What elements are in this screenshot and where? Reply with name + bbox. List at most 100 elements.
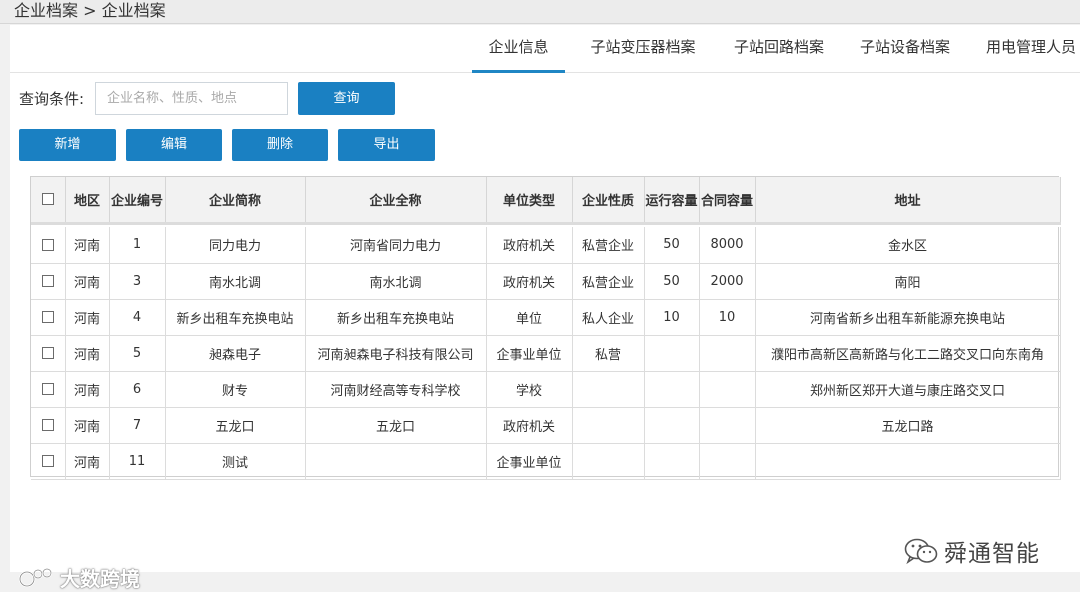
column-header-contract-capacity[interactable]: 合同容量 — [699, 177, 756, 225]
cell-region: 河南 — [65, 299, 110, 336]
tab-substation-transformer[interactable]: 子站变压器档案 — [577, 25, 709, 73]
cell-region: 河南 — [65, 335, 110, 372]
row-checkbox[interactable] — [41, 275, 54, 287]
cell-short-name: 测试 — [165, 443, 306, 480]
cell-contract-capacity — [699, 335, 756, 372]
column-header-region[interactable]: 地区 — [65, 177, 110, 225]
cell-running-capacity: 50 — [644, 227, 700, 264]
cell-full-name: 河南昶森电子科技有限公司 — [305, 335, 487, 372]
cell-running-capacity — [644, 335, 700, 372]
tab-substation-circuit[interactable]: 子站回路档案 — [722, 25, 836, 73]
query-label: 查询条件: — [19, 90, 85, 108]
cell-contract-capacity — [699, 371, 756, 408]
delete-button[interactable]: 删除 — [232, 129, 328, 161]
cell-address: 濮阳市高新区高新路与化工二路交叉口向东南角 — [755, 335, 1061, 372]
column-header-nature[interactable]: 企业性质 — [572, 177, 645, 225]
select-all-checkbox-cell[interactable] — [31, 177, 66, 225]
table-row[interactable]: 河南 6 财专 河南财经高等专科学校 学校 郑州新区郑开大道与康庄路交叉口 — [31, 371, 1061, 408]
cell-address: 河南省新乡出租车新能源充换电站 — [755, 299, 1061, 336]
cell-short-name: 五龙口 — [165, 407, 306, 444]
cell-nature: 私营企业 — [572, 227, 645, 264]
row-checkbox[interactable] — [41, 311, 54, 323]
cell-contract-capacity: 8000 — [699, 227, 756, 264]
cell-full-name: 南水北调 — [305, 263, 487, 300]
column-header-full-name[interactable]: 企业全称 — [305, 177, 487, 225]
cell-enterprise-no: 6 — [109, 371, 166, 408]
tab-power-managers[interactable]: 用电管理人员 — [976, 25, 1080, 73]
cell-unit-type: 政府机关 — [486, 263, 573, 300]
column-header-enterprise-no[interactable]: 企业编号 — [109, 177, 166, 225]
row-checkbox[interactable] — [41, 347, 54, 359]
cell-nature — [572, 407, 645, 444]
cell-running-capacity — [644, 371, 700, 408]
main-panel: 企业信息 子站变压器档案 子站回路档案 子站设备档案 用电管理人员 查询条件: … — [10, 25, 1080, 591]
cell-unit-type: 企事业单位 — [486, 443, 573, 480]
cell-contract-capacity — [699, 407, 756, 444]
cell-address: 五龙口路 — [755, 407, 1061, 444]
select-all-checkbox[interactable] — [41, 193, 54, 206]
cell-full-name — [305, 443, 487, 480]
cell-enterprise-no: 1 — [109, 227, 166, 264]
cell-contract-capacity: 2000 — [699, 263, 756, 300]
cell-nature — [572, 443, 645, 480]
row-checkbox-cell[interactable] — [31, 299, 66, 336]
column-header-unit-type[interactable]: 单位类型 — [486, 177, 573, 225]
table-row[interactable]: 河南 7 五龙口 五龙口 政府机关 五龙口路 — [31, 407, 1061, 444]
cell-unit-type: 单位 — [486, 299, 573, 336]
row-checkbox[interactable] — [41, 383, 54, 395]
cell-nature — [572, 371, 645, 408]
cell-region: 河南 — [65, 407, 110, 444]
cell-running-capacity — [644, 407, 700, 444]
edit-button[interactable]: 编辑 — [126, 129, 222, 161]
cell-address: 南阳 — [755, 263, 1061, 300]
cell-unit-type: 政府机关 — [486, 407, 573, 444]
source-logo-icon — [18, 567, 53, 588]
table-row[interactable]: 河南 11 测试 企事业单位 — [31, 443, 1061, 480]
table-row[interactable]: 河南 3 南水北调 南水北调 政府机关 私营企业 50 2000 南阳 — [31, 263, 1061, 300]
tab-substation-equipment[interactable]: 子站设备档案 — [848, 25, 962, 73]
cell-contract-capacity — [699, 443, 756, 480]
watermark-source-text: 大数跨境 — [60, 566, 140, 591]
row-checkbox[interactable] — [41, 238, 54, 251]
cell-region: 河南 — [65, 263, 110, 300]
add-button[interactable]: 新增 — [19, 129, 116, 161]
table-row[interactable]: 河南 1 同力电力 河南省同力电力 政府机关 私营企业 50 8000 金水区 — [31, 227, 1061, 264]
cell-nature: 私人企业 — [572, 299, 645, 336]
table-row[interactable]: 河南 4 新乡出租车充换电站 新乡出租车充换电站 单位 私人企业 10 10 河南省新乡出租车新… — [31, 299, 1061, 336]
cell-full-name: 新乡出租车充换电站 — [305, 299, 487, 336]
table-row[interactable]: 河南 5 昶森电子 河南昶森电子科技有限公司 企事业单位 私营 濮阳市高新区高新路与化工二路… — [31, 335, 1061, 372]
cell-running-capacity: 50 — [644, 263, 700, 300]
cell-short-name: 昶森电子 — [165, 335, 306, 372]
query-button[interactable]: 查询 — [298, 82, 395, 115]
cell-running-capacity — [644, 443, 700, 480]
tab-bar: 企业信息 子站变压器档案 子站回路档案 子站设备档案 用电管理人员 — [10, 25, 1080, 73]
cell-enterprise-no: 4 — [109, 299, 166, 336]
cell-short-name: 新乡出租车充换电站 — [165, 299, 306, 336]
column-header-short-name[interactable]: 企业简称 — [165, 177, 306, 225]
tab-enterprise-info[interactable]: 企业信息 — [472, 25, 565, 73]
row-checkbox-cell[interactable] — [31, 371, 66, 408]
watermark-brand: 舜通智能 — [904, 536, 1040, 567]
row-checkbox-cell[interactable] — [31, 443, 66, 480]
table-body: 河南 1 同力电力 河南省同力电力 政府机关 私营企业 50 8000 金水区 河南 3 南水北调 南水… — [31, 223, 1061, 480]
watermark-brand-text: 舜通智能 — [944, 541, 1040, 567]
export-button[interactable]: 导出 — [338, 129, 435, 161]
row-checkbox-cell[interactable] — [31, 335, 66, 372]
cell-nature: 私营企业 — [572, 263, 645, 300]
row-checkbox-cell[interactable] — [31, 227, 66, 264]
cell-region: 河南 — [65, 227, 110, 264]
column-header-running-capacity[interactable]: 运行容量 — [644, 177, 700, 225]
cell-short-name: 财专 — [165, 371, 306, 408]
row-checkbox[interactable] — [41, 419, 54, 431]
search-input[interactable] — [95, 82, 288, 115]
row-checkbox-cell[interactable] — [31, 263, 66, 300]
cell-short-name: 南水北调 — [165, 263, 306, 300]
row-checkbox[interactable] — [41, 455, 54, 467]
cell-full-name: 五龙口 — [305, 407, 487, 444]
cell-full-name: 河南财经高等专科学校 — [305, 371, 487, 408]
cell-contract-capacity: 10 — [699, 299, 756, 336]
column-header-address[interactable]: 地址 — [755, 177, 1061, 225]
cell-region: 河南 — [65, 371, 110, 408]
row-checkbox-cell[interactable] — [31, 407, 66, 444]
enterprise-table: 地区 企业编号 企业简称 企业全称 单位类型 企业性质 运行容量 合同容量 地址… — [30, 176, 1061, 480]
